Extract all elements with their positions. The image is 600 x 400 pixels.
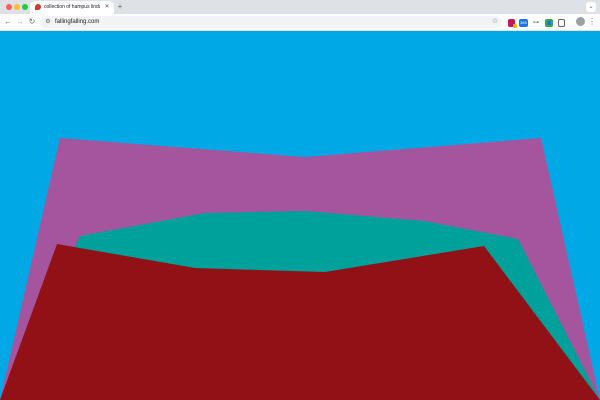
back-button[interactable]: ← (3, 16, 13, 28)
site-favicon-icon (35, 4, 41, 10)
profile-avatar[interactable] (576, 17, 585, 26)
page-viewport (0, 31, 600, 400)
window-maximize-button[interactable] (22, 4, 28, 10)
window-minimize-button[interactable] (14, 4, 20, 10)
browser-window: collection of hampus lindwall ✕ + ⌄ ← → … (0, 0, 600, 400)
url-text[interactable]: fallingfalling.com (55, 16, 99, 28)
forward-button[interactable]: → (15, 16, 25, 28)
new-tab-button[interactable]: + (115, 1, 125, 13)
extension-tool-icon[interactable]: ⊶ (532, 19, 540, 27)
extension-badge[interactable]: 365 (519, 19, 528, 27)
browser-toolbar: ← → ↻ ⚙ fallingfalling.com ☆ 365 ⊶ ⋮ (0, 14, 600, 31)
extension-icon-a[interactable] (508, 19, 517, 28)
site-info-icon[interactable]: ⚙ (44, 16, 52, 28)
tab-search-button[interactable]: ⌄ (586, 2, 596, 12)
artwork-canvas (0, 31, 600, 400)
bookmark-star-icon[interactable]: ☆ (490, 16, 500, 28)
reload-button[interactable]: ↻ (27, 16, 37, 28)
address-bar[interactable]: ⚙ fallingfalling.com ☆ (40, 16, 502, 28)
kebab-menu-icon[interactable]: ⋮ (588, 16, 596, 28)
close-icon[interactable]: ✕ (103, 3, 111, 12)
extensions-puzzle-icon[interactable] (558, 19, 565, 27)
window-close-button[interactable] (6, 4, 12, 10)
extension-translate-icon[interactable] (545, 19, 553, 27)
tab-active[interactable]: collection of hampus lindwall ✕ (30, 1, 114, 14)
tab-title: collection of hampus lindwall (44, 4, 100, 10)
tab-strip: collection of hampus lindwall ✕ + ⌄ (0, 0, 600, 14)
